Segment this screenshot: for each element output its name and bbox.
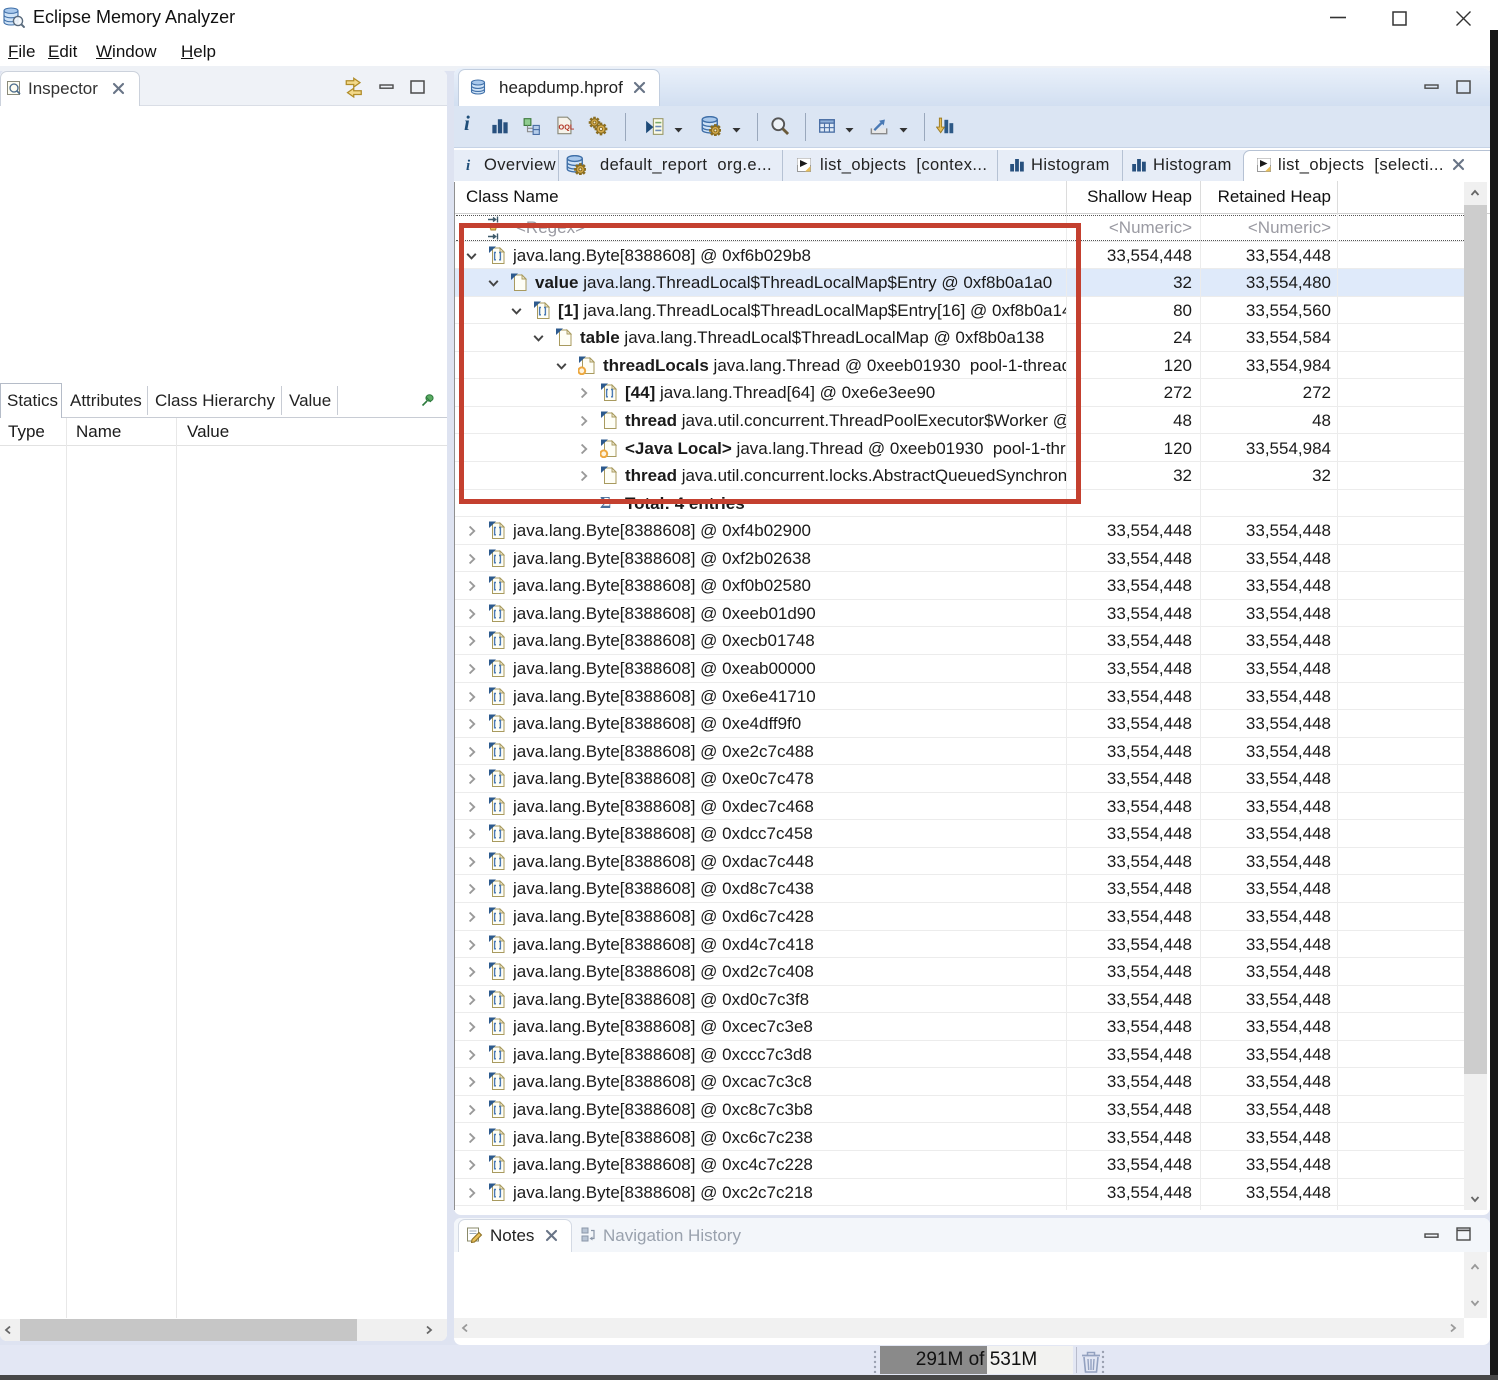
svg-text:OQL: OQL — [559, 123, 574, 132]
